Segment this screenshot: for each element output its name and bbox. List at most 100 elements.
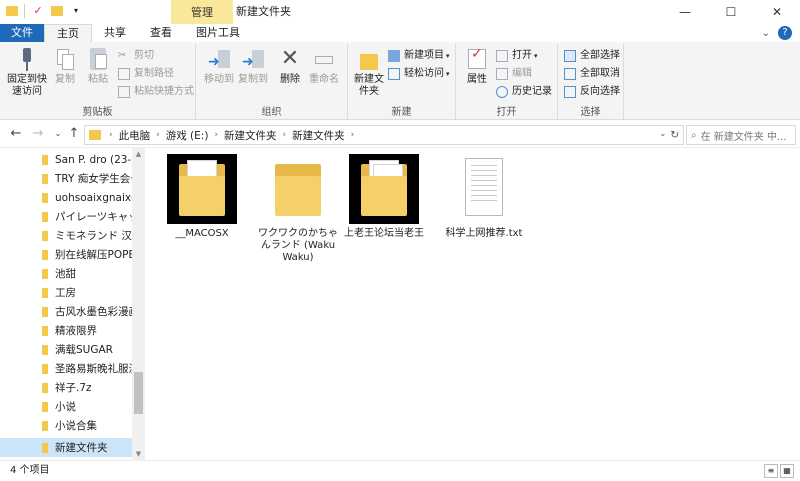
details-view-icon[interactable]: ≡ bbox=[764, 464, 778, 478]
search-input[interactable]: 在 新建文件夹 中... bbox=[701, 128, 787, 143]
sidebar-item[interactable]: San P. dro (23-1 bbox=[0, 150, 132, 169]
open-button[interactable]: 打开 ▾ bbox=[496, 48, 538, 64]
sidebar-item[interactable]: 工房 bbox=[0, 283, 132, 302]
maximize-button[interactable]: ☐ bbox=[708, 0, 754, 24]
sidebar-item[interactable]: 古风水墨色彩漫画 bbox=[0, 302, 132, 321]
properties-checkbox-icon[interactable]: ✓ bbox=[31, 4, 45, 18]
folder-icon bbox=[42, 325, 48, 336]
copy-to-button[interactable]: ➜ 复制到 bbox=[236, 46, 270, 86]
folder-icon bbox=[42, 192, 48, 203]
collapse-ribbon-icon[interactable]: ⌄ bbox=[762, 28, 770, 39]
tab-home[interactable]: 主页 bbox=[44, 24, 92, 42]
view-buttons: ≡ ▦ bbox=[764, 464, 794, 478]
sidebar-item[interactable]: 圣路易斯晚礼服漫 bbox=[0, 359, 132, 378]
forward-button[interactable]: → bbox=[30, 126, 46, 142]
new-folder-button[interactable]: 新建文件夹 bbox=[352, 46, 386, 98]
file-item[interactable]: 科学上网推荐.txt bbox=[436, 154, 532, 240]
qat-dropdown-icon[interactable]: ▾ bbox=[69, 4, 83, 18]
new-folder-qat-icon[interactable] bbox=[51, 6, 63, 16]
sidebar-item-label: 古风水墨色彩漫画 bbox=[55, 306, 132, 318]
copy-path-button[interactable]: 复制路径 bbox=[118, 66, 174, 82]
sidebar-item[interactable]: 精液限界 bbox=[0, 321, 132, 340]
sidebar-item-label: 圣路易斯晚礼服漫 bbox=[55, 363, 132, 375]
large-icons-view-icon[interactable]: ▦ bbox=[780, 464, 794, 478]
text-file-icon bbox=[449, 154, 519, 224]
open-group-label: 打开 bbox=[496, 107, 517, 118]
sidebar-scrollbar[interactable]: ▲ ▼ bbox=[132, 148, 145, 460]
select-all-icon bbox=[564, 50, 576, 62]
sidebar-item-selected[interactable]: 新建文件夹 bbox=[0, 438, 132, 457]
move-to-button[interactable]: ➜ 移动到 bbox=[202, 46, 236, 86]
chevron-right-icon: › bbox=[350, 130, 355, 140]
minimize-button[interactable]: — bbox=[662, 0, 708, 24]
sidebar-item-label: 池甜 bbox=[55, 268, 76, 280]
sidebar-item-label: 小说 bbox=[55, 401, 76, 413]
sidebar-item[interactable]: 别在线解压POPER bbox=[0, 245, 132, 264]
breadcrumb-folder-2[interactable]: 新建文件夹 bbox=[292, 128, 345, 143]
easy-access-dropdown-icon: ▾ bbox=[446, 70, 450, 78]
sidebar-item-label: 别在线解压POPER bbox=[55, 249, 132, 261]
new-item-button[interactable]: 新建项目 ▾ bbox=[388, 48, 450, 64]
window-title: 新建文件夹 bbox=[236, 5, 291, 18]
paste-shortcut-button[interactable]: 粘贴快捷方式 bbox=[118, 84, 194, 100]
sidebar-item[interactable]: パイレーツキャッ bbox=[0, 207, 132, 226]
tab-picture-tools[interactable]: 图片工具 bbox=[184, 24, 252, 42]
sidebar-item[interactable]: 祥子.7z bbox=[0, 378, 132, 397]
sidebar-item[interactable]: uohsoaixgnaixgn bbox=[0, 188, 132, 207]
sidebar-item[interactable]: ミモネランド 汉化 bbox=[0, 226, 132, 245]
tab-view[interactable]: 查看 bbox=[138, 24, 184, 42]
folder-icon bbox=[42, 442, 48, 453]
clipboard-group: 固定到快速访问 复制 粘贴 ✂ 剪切 复制路径 粘贴快捷方式 剪贴板 bbox=[0, 44, 196, 120]
breadcrumb-drive[interactable]: 游戏 (E:) bbox=[166, 128, 209, 143]
scroll-up-icon[interactable]: ▲ bbox=[132, 148, 145, 160]
address-box[interactable]: › 此电脑 › 游戏 (E:) › 新建文件夹 › 新建文件夹 › ⌄ ↻ bbox=[84, 125, 684, 145]
select-all-button[interactable]: 全部选择 bbox=[564, 48, 620, 64]
search-box[interactable]: ⌕ 在 新建文件夹 中... bbox=[686, 125, 796, 145]
scroll-down-icon[interactable]: ▼ bbox=[132, 448, 145, 460]
back-button[interactable]: ← bbox=[8, 126, 24, 142]
move-to-icon: ➜ bbox=[206, 46, 232, 72]
scroll-thumb[interactable] bbox=[134, 372, 143, 414]
ribbon: 固定到快速访问 复制 粘贴 ✂ 剪切 复制路径 粘贴快捷方式 剪贴板 ➜ 移动到… bbox=[0, 42, 800, 120]
properties-button[interactable]: ✓ 属性 bbox=[460, 46, 494, 86]
paste-button[interactable]: 粘贴 bbox=[82, 46, 114, 86]
pin-quick-access-button[interactable]: 固定到快速访问 bbox=[4, 46, 50, 98]
status-bar: 4 个项目 ≡ ▦ bbox=[0, 460, 800, 480]
delete-button[interactable]: ✕ 删除 bbox=[276, 46, 304, 86]
tab-share[interactable]: 共享 bbox=[92, 24, 138, 42]
file-item[interactable]: ワクワクのかちゃんランド (Waku Waku) bbox=[256, 154, 340, 264]
close-button[interactable]: ✕ bbox=[754, 0, 800, 24]
help-icon[interactable]: ? bbox=[778, 26, 792, 40]
recent-locations-icon[interactable]: ⌄ bbox=[50, 126, 66, 142]
new-group: 新建文件夹 新建项目 ▾ 轻松访问 ▾ 新建 bbox=[348, 44, 456, 120]
sidebar-item[interactable]: 小说合集 bbox=[0, 416, 132, 435]
easy-access-icon bbox=[388, 68, 400, 80]
file-item[interactable]: __MACOSX bbox=[160, 154, 244, 240]
refresh-icon[interactable]: ↻ bbox=[670, 129, 679, 141]
sidebar-item[interactable]: 满载SUGAR bbox=[0, 340, 132, 359]
file-item[interactable]: 上老王论坛当老王 bbox=[342, 154, 426, 240]
open-dropdown-icon: ▾ bbox=[534, 52, 538, 60]
history-button[interactable]: 历史记录 bbox=[496, 84, 552, 100]
rename-button[interactable]: 重命名 bbox=[306, 46, 342, 86]
easy-access-button[interactable]: 轻松访问 ▾ bbox=[388, 66, 450, 82]
sidebar-item[interactable]: 小说 bbox=[0, 397, 132, 416]
breadcrumb-this-pc[interactable]: 此电脑 bbox=[119, 128, 151, 143]
address-dropdown-icon[interactable]: ⌄ bbox=[659, 129, 666, 141]
up-button[interactable]: ↑ bbox=[66, 126, 82, 142]
select-none-button[interactable]: 全部取消 bbox=[564, 66, 620, 82]
delete-label: 删除 bbox=[280, 74, 300, 85]
sidebar-item[interactable]: 池甜 bbox=[0, 264, 132, 283]
edit-button[interactable]: 编辑 bbox=[496, 66, 532, 82]
invert-selection-button[interactable]: 反向选择 bbox=[564, 84, 620, 100]
breadcrumb-folder-1[interactable]: 新建文件夹 bbox=[224, 128, 277, 143]
cut-button[interactable]: ✂ 剪切 bbox=[118, 48, 154, 64]
select-group: 全部选择 全部取消 反向选择 选择 bbox=[558, 44, 624, 120]
tab-file[interactable]: 文件 bbox=[0, 24, 44, 42]
copy-button[interactable]: 复制 bbox=[50, 46, 80, 86]
window-controls: — ☐ ✕ bbox=[662, 0, 800, 24]
context-tab-manage[interactable]: 管理 bbox=[171, 0, 233, 24]
folder-icon bbox=[263, 154, 333, 224]
folder-icon bbox=[42, 211, 48, 222]
sidebar-item[interactable]: TRY 痴女学生会长 bbox=[0, 169, 132, 188]
